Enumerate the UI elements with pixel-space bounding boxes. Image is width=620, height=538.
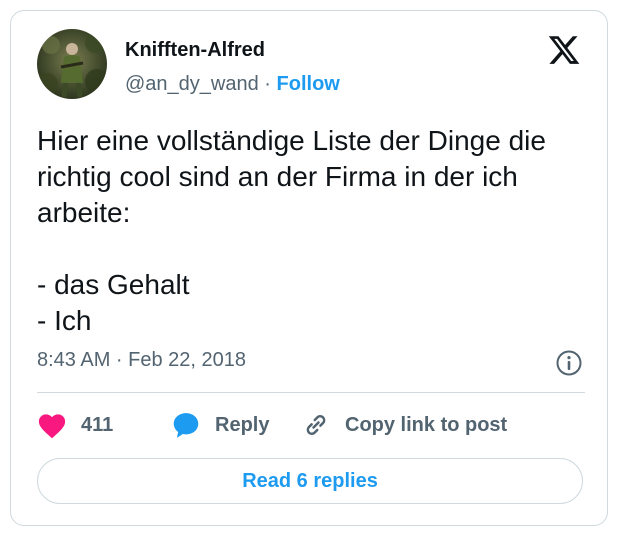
author-name[interactable]: Knifften-Alfred: [125, 39, 265, 62]
copy-link-button[interactable]: Copy link to post: [301, 409, 507, 441]
heart-icon: [37, 411, 67, 439]
avatar[interactable]: [37, 29, 107, 99]
author-handle-row: @an_dy_wand · Follow: [125, 73, 340, 96]
info-icon[interactable]: [555, 349, 583, 377]
follow-button[interactable]: Follow: [277, 73, 340, 95]
like-count: 411: [81, 413, 114, 436]
handle-separator: ·: [264, 73, 271, 95]
like-button[interactable]: 411: [37, 409, 113, 441]
reply-label: Reply: [215, 413, 270, 436]
x-logo-icon[interactable]: [547, 33, 581, 67]
read-replies-button[interactable]: Read 6 replies: [37, 458, 583, 504]
reply-button[interactable]: Reply: [171, 409, 269, 441]
tweet-timestamp[interactable]: 8:43 AM · Feb 22, 2018: [37, 349, 246, 372]
copy-link-label: Copy link to post: [345, 413, 508, 436]
tweet-text: Hier eine vollständige Liste der Dinge d…: [37, 125, 546, 336]
link-icon: [301, 410, 331, 440]
divider: [37, 392, 585, 393]
action-bar: 411 Reply Copy link to post: [37, 409, 597, 441]
author-handle[interactable]: @an_dy_wand: [125, 73, 259, 95]
tweet-card: Knifften-Alfred @an_dy_wand · Follow Hie…: [10, 10, 608, 526]
reply-bubble-icon: [171, 410, 201, 440]
avatar-image: [37, 29, 107, 99]
